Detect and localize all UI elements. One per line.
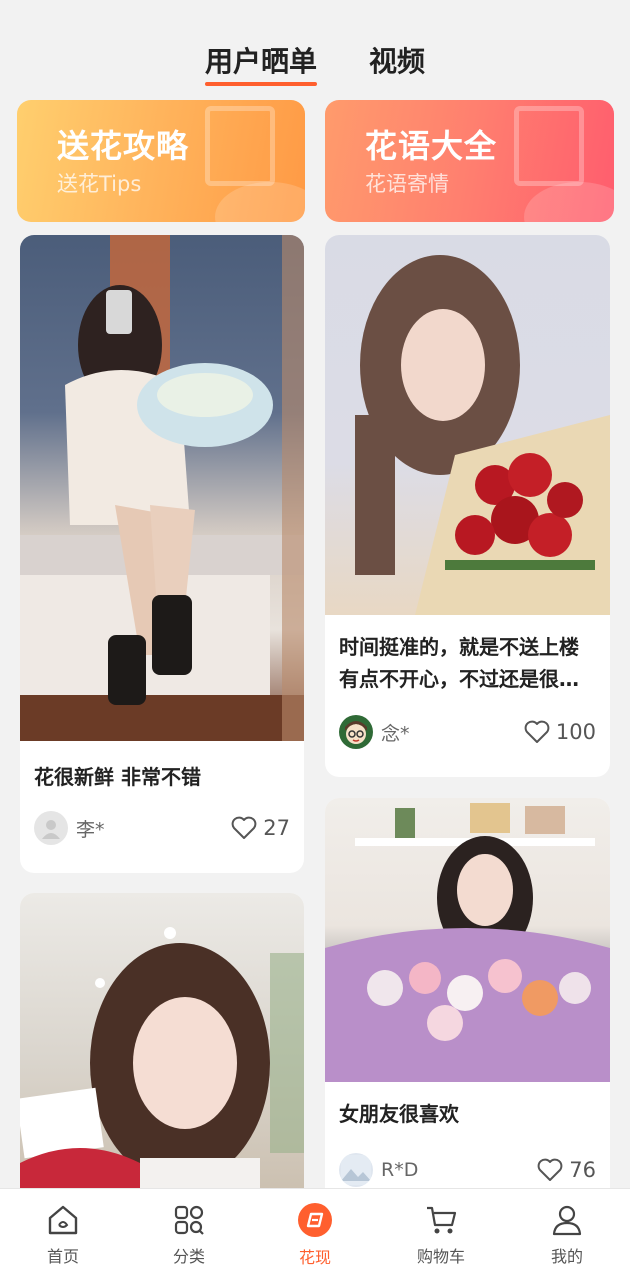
gift-tips-banner[interactable]: 送花攻略 送花Tips <box>17 100 305 222</box>
post-photo-art <box>325 803 610 1082</box>
post-meta: R*D 76 <box>325 1153 610 1187</box>
avatar <box>34 811 68 845</box>
flower-language-banner[interactable]: 花语大全 花语寄情 <box>325 100 614 222</box>
tab-video[interactable]: 视频 <box>369 40 425 84</box>
post-card[interactable] <box>20 893 304 1223</box>
discover-icon <box>298 1202 332 1237</box>
like-button[interactable]: 27 <box>231 816 290 840</box>
like-button[interactable]: 76 <box>537 1158 596 1182</box>
post-card[interactable]: 女朋友很喜欢 R*D 76 <box>325 798 610 1208</box>
nav-label: 分类 <box>172 1246 205 1266</box>
like-button[interactable]: 100 <box>524 720 596 744</box>
post-meta: 念* 100 <box>325 715 610 749</box>
post-photo[interactable] <box>325 235 610 615</box>
post-card[interactable]: 花很新鲜 非常不错 李* 27 <box>20 235 304 873</box>
post-author[interactable]: R*D <box>339 1153 418 1187</box>
like-count: 27 <box>263 816 290 840</box>
home-icon <box>48 1205 78 1234</box>
like-count: 76 <box>569 1158 596 1182</box>
avatar <box>339 715 373 749</box>
tab-user-posts[interactable]: 用户晒单 <box>204 40 318 86</box>
nav-label: 花现 <box>298 1247 331 1267</box>
landscape-avatar-icon <box>341 1155 371 1185</box>
like-count: 100 <box>555 720 596 744</box>
post-meta: 李* 27 <box>20 811 304 845</box>
nav-label: 购物车 <box>416 1246 465 1266</box>
top-tabs: 用户晒单 视频 <box>0 0 630 96</box>
author-name: 李* <box>76 818 105 841</box>
default-avatar-icon <box>42 820 60 839</box>
post-photo-art <box>20 927 304 1223</box>
cart-icon <box>427 1206 457 1233</box>
author-name: R*D <box>381 1159 419 1181</box>
nav-home[interactable]: 首页 <box>13 1203 113 1267</box>
nav-discover[interactable]: 花现 <box>265 1202 365 1268</box>
avatar <box>339 1153 373 1187</box>
heart-icon <box>231 816 257 839</box>
heart-icon <box>537 1158 563 1181</box>
post-author[interactable]: 李* <box>34 811 105 845</box>
post-author[interactable]: 念* <box>339 715 410 749</box>
post-photo[interactable] <box>20 893 304 1223</box>
post-title: 时间挺准的，就是不送上楼有点不开心，不过还是很… <box>339 635 579 691</box>
profile-icon <box>552 1205 582 1235</box>
cartoon-avatar-icon <box>345 721 367 744</box>
post-photo[interactable] <box>20 235 304 741</box>
banner-subtitle: 送花Tips <box>57 172 142 196</box>
bottom-nav: 首页 分类 花现 购物车 我的 <box>0 1188 630 1280</box>
heart-icon <box>524 720 550 743</box>
post-title: 女朋友很喜欢 <box>339 1102 459 1126</box>
post-photo-art <box>20 235 304 741</box>
post-photo-art <box>355 255 610 615</box>
banner-subtitle: 花语寄情 <box>365 172 449 196</box>
nav-label: 我的 <box>550 1246 583 1266</box>
author-name: 念* <box>381 722 410 745</box>
post-title: 花很新鲜 非常不错 <box>34 765 201 789</box>
post-photo[interactable] <box>325 798 610 1082</box>
nav-label: 首页 <box>46 1246 79 1266</box>
nav-category[interactable]: 分类 <box>139 1203 239 1267</box>
nav-profile[interactable]: 我的 <box>517 1203 617 1267</box>
nav-cart[interactable]: 购物车 <box>391 1203 491 1267</box>
category-icon <box>174 1205 204 1235</box>
post-card[interactable]: 时间挺准的，就是不送上楼有点不开心，不过还是很… 念* 100 <box>325 235 610 777</box>
